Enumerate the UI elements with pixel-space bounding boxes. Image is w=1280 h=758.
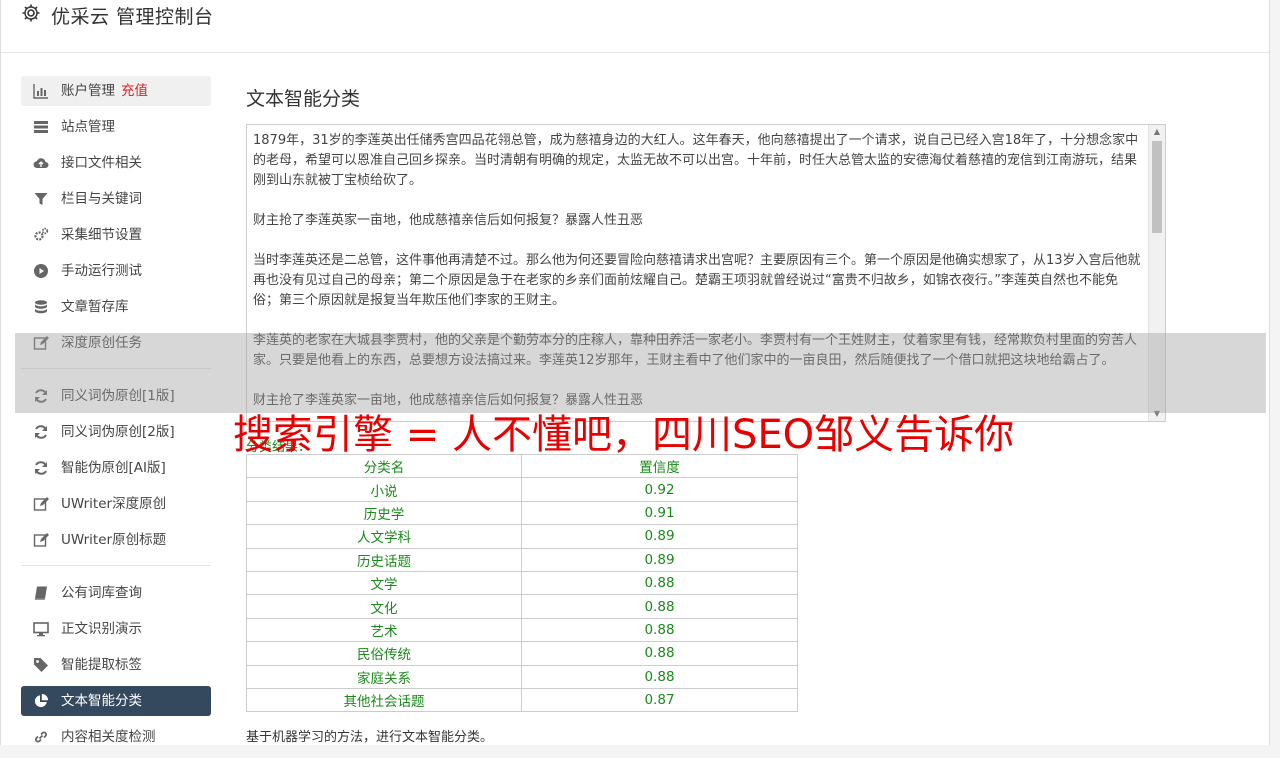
table-row: 文化 0.88 [246,594,798,619]
table-row: 小说 0.92 [246,477,798,502]
scrollbar-thumb[interactable] [1152,141,1162,233]
recharge-link[interactable]: 充值 [121,83,148,99]
confidence-cell: 0.87 [521,687,798,713]
sidebar-item-text-classification[interactable]: 文本智能分类 [21,686,211,716]
sidebar-item-label: 公有词库查询 [61,585,142,601]
category-cell: 其他社会话题 [246,687,522,713]
refresh-icon [33,424,49,440]
database-icon [33,299,49,315]
sidebar-item-uwriter-title[interactable]: UWriter原创标题 [21,525,211,555]
sidebar-item-manual-run[interactable]: 手动运行测试 [21,256,211,286]
classification-table: 分类名 置信度 小说 0.92 历史学 0.91 人文学科 0.89 历史话题 0.89… [246,453,798,713]
category-cell: 历史学 [246,500,522,526]
watermark-overlay-band [15,333,1266,413]
app-title: 优采云 管理控制台 [51,6,214,28]
category-cell: 艺术 [246,617,522,643]
main-content: 文本智能分类 1879年，31岁的李莲英出任储秀宫四品花翎总管，成为慈禧身边的大… [246,80,1166,745]
sidebar-item-label: UWriter原创标题 [61,532,167,548]
category-cell: 小说 [246,477,522,502]
category-cell: 文化 [246,594,522,619]
cloud-upload-icon [33,155,49,171]
sidebar-item-label: 文章暂存库 [61,299,129,315]
server-icon [33,119,49,135]
gears-icon [33,227,49,243]
edit-icon [33,496,49,512]
sidebar-item-text-recognition[interactable]: 正文识别演示 [21,614,211,644]
sidebar-item-label: 采集细节设置 [61,227,142,243]
page-title: 文本智能分类 [246,88,361,110]
confidence-cell: 0.88 [521,594,798,619]
table-row: 历史学 0.91 [246,500,798,526]
sidebar-item-label: 接口文件相关 [61,155,142,171]
edit-icon [33,532,49,548]
sidebar-item-label: 智能提取标签 [61,657,142,673]
watermark-overlay-text: 搜索引擎 = 人不懂吧，四川SEO邹义告诉你 [233,412,1015,458]
category-cell: 家庭关系 [246,664,522,689]
confidence-cell: 0.88 [521,664,798,689]
table-row: 其他社会话题 0.87 [246,687,798,713]
confidence-cell: 0.89 [521,524,798,549]
sidebar-item-label: 手动运行测试 [61,263,142,279]
category-cell: 文学 [246,570,522,596]
table-row: 文学 0.88 [246,570,798,596]
gear-icon [21,3,41,23]
category-cell: 人文学科 [246,524,522,549]
sidebar-item-api-files[interactable]: 接口文件相关 [21,148,211,178]
confidence-cell: 0.92 [521,477,798,502]
sidebar-item-label: 内容相关度检测 [61,729,156,745]
description-caption: 基于机器学习的方法，进行文本智能分类。 [246,730,494,745]
header-bar: 优采云 管理控制台 [1,0,1269,53]
category-cell: 历史话题 [246,547,522,572]
confidence-cell: 0.88 [521,570,798,596]
sidebar-item-article-storage[interactable]: 文章暂存库 [21,292,211,322]
refresh-icon [33,460,49,476]
monitor-icon [33,621,49,637]
confidence-cell: 0.89 [521,547,798,572]
play-circle-icon [33,263,49,279]
sidebar-item-label: 站点管理 [61,119,115,135]
text-paragraph: 财主抢了李莲英家一亩地，他成慈禧亲信后如何报复？暴露人性丑恶 [253,213,644,228]
sidebar-item-label: 同义词伪原创[2版] [61,424,175,440]
category-cell: 民俗传统 [246,641,522,666]
link-icon [33,729,49,745]
sidebar-item-label: 正文识别演示 [61,621,142,637]
sidebar-item-collect-settings[interactable]: 采集细节设置 [21,220,211,250]
sidebar-item-synonym-v2[interactable]: 同义词伪原创[2版] [21,417,211,447]
sidebar: 账户管理 充值 站点管理 接口文件相关 栏目与关键词 采集细节设置 手动运行测试 … [21,76,211,758]
table-row: 艺术 0.88 [246,617,798,643]
sidebar-item-label: 账户管理 [61,83,115,99]
sidebar-item-extract-tags[interactable]: 智能提取标签 [21,650,211,680]
sidebar-item-columns-keywords[interactable]: 栏目与关键词 [21,184,211,214]
bar-chart-icon [33,83,49,99]
sidebar-item-sites[interactable]: 站点管理 [21,112,211,142]
confidence-cell: 0.91 [521,500,798,526]
confidence-cell: 0.88 [521,617,798,643]
table-row: 人文学科 0.89 [246,524,798,549]
sidebar-item-label: UWriter深度原创 [61,496,167,512]
table-row: 家庭关系 0.88 [246,664,798,689]
table-row: 民俗传统 0.88 [246,641,798,666]
sidebar-item-label: 文本智能分类 [61,693,142,709]
sidebar-item-label: 栏目与关键词 [61,191,142,207]
book-icon [33,585,49,601]
sidebar-item-ai-rewrite[interactable]: 智能伪原创[AI版] [21,453,211,483]
filter-icon [33,191,49,207]
sidebar-item-public-lexicon[interactable]: 公有词库查询 [21,578,211,608]
tag-icon [33,657,49,673]
sidebar-item-relevance-check[interactable]: 内容相关度检测 [21,722,211,752]
sidebar-item-account[interactable]: 账户管理 充值 [21,76,211,106]
sidebar-item-label: 智能伪原创[AI版] [61,460,166,476]
sidebar-item-uwriter-deep[interactable]: UWriter深度原创 [21,489,211,519]
text-paragraph: 当时李莲英还是二总管，这件事他再清楚不过。那么他为何还要冒险向慈禧请求出宫呢？主… [253,253,1141,308]
pie-chart-icon [33,693,49,709]
table-row: 历史话题 0.89 [246,547,798,572]
confidence-cell: 0.88 [521,641,798,666]
text-paragraph: 1879年，31岁的李莲英出任储秀宫四品花翎总管，成为慈禧身边的大红人。这年春天… [253,133,1139,188]
sidebar-divider [21,565,211,566]
scroll-up-arrow-icon[interactable]: ▲ [1149,125,1165,139]
